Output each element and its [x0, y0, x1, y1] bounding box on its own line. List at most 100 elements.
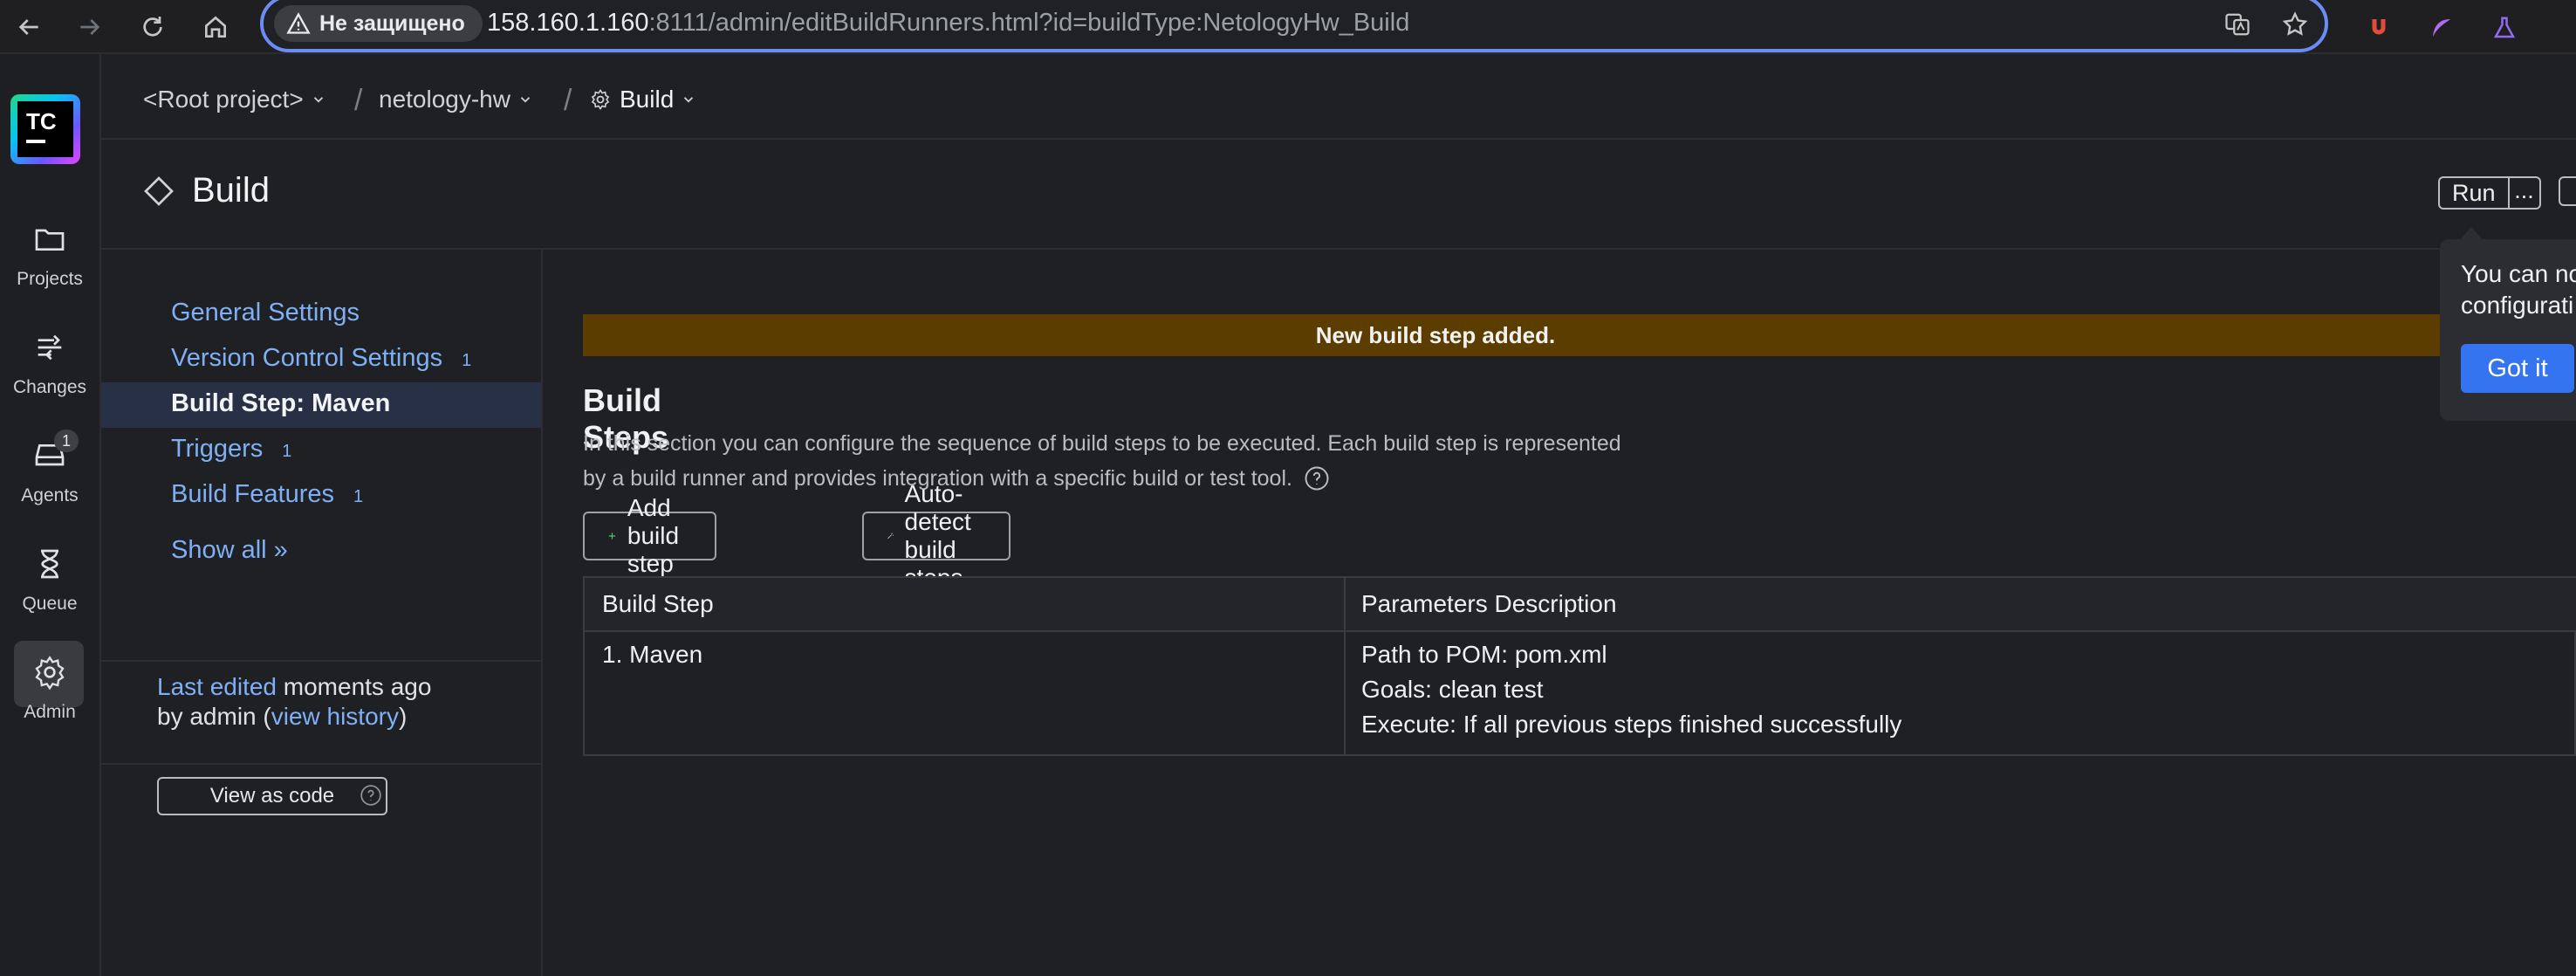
- flask-icon: [2493, 17, 2516, 38]
- divider: [101, 138, 2576, 140]
- sidebar-item-label: Triggers: [171, 435, 264, 463]
- sidebar-item-triggers[interactable]: Triggers 1: [171, 435, 291, 464]
- column-header-parameters: Parameters Description: [1361, 590, 1617, 617]
- popup-text: You can no configurati: [2461, 258, 2576, 321]
- extension-magnet[interactable]: [2361, 10, 2396, 45]
- breadcrumb-separator: /: [564, 84, 572, 117]
- star-icon: [2282, 11, 2308, 36]
- chevron-down-icon: [684, 97, 694, 103]
- translate-icon: [2225, 13, 2250, 36]
- rail-label: Projects: [17, 269, 83, 289]
- back-button[interactable]: [7, 5, 51, 49]
- sidebar-item-count: 1: [353, 487, 364, 506]
- extension-feather[interactable]: [2424, 10, 2459, 45]
- breadcrumb-project-label: netology-hw: [379, 86, 510, 113]
- add-build-step-button[interactable]: Add build step: [583, 494, 717, 577]
- show-all-link[interactable]: Show all »: [171, 536, 288, 565]
- breadcrumb-separator: /: [354, 84, 363, 117]
- sidebar-item-label: Build Step: Maven: [171, 389, 391, 417]
- hourglass-icon: [29, 543, 71, 585]
- bookmark-button[interactable]: [2278, 7, 2312, 42]
- browser-toolbar: Не защищено 158.160.1.160:8111/admin/edi…: [0, 0, 2576, 54]
- breadcrumb-build-label: Build: [620, 86, 675, 113]
- sidebar-item-label: General Settings: [171, 299, 360, 326]
- home-icon: [205, 16, 226, 38]
- last-edited-link[interactable]: Last edited: [157, 673, 277, 700]
- auto-detect-build-steps-button[interactable]: Auto-detect build steps: [862, 480, 1011, 591]
- chevron-down-icon: [520, 97, 531, 103]
- translate-button[interactable]: [2220, 7, 2255, 42]
- run-button-group: Run ...: [2438, 176, 2541, 210]
- rail-label: Changes: [12, 377, 87, 397]
- warning-icon: [286, 12, 311, 34]
- url-host: 158.160.1.160: [487, 9, 649, 37]
- sidebar-item-general-settings[interactable]: General Settings: [171, 299, 360, 327]
- sidebar-item-count: 1: [462, 351, 472, 370]
- url-text: 158.160.1.160:8111/admin/editBuildRunner…: [487, 9, 1409, 38]
- plus-icon: [608, 533, 616, 540]
- button-label: Add build step: [627, 494, 680, 577]
- sidebar-item-count: 1: [282, 442, 292, 461]
- nav-rail: TC Projects Changes 1 Agents Queue Admin: [0, 54, 101, 976]
- actions-button[interactable]: [2559, 176, 2576, 206]
- url-path: :8111/admin/editBuildRunners.html?id=bui…: [648, 9, 1410, 37]
- security-chip[interactable]: Не защищено: [274, 5, 483, 42]
- logo-underline: [26, 140, 45, 143]
- teamcity-logo[interactable]: TC: [10, 94, 80, 164]
- magnet-icon: [2372, 19, 2386, 35]
- rail-item-agents[interactable]: 1 Agents: [0, 430, 99, 522]
- last-edited-when: moments ago: [277, 673, 432, 700]
- param-line: Execute: If all previous steps finished …: [1361, 711, 1902, 738]
- build-step-name[interactable]: 1. Maven: [602, 637, 702, 672]
- breadcrumb-project[interactable]: netology-hw: [379, 86, 533, 113]
- reload-icon: [143, 17, 162, 37]
- home-button[interactable]: [194, 5, 237, 49]
- got-it-button[interactable]: Got it: [2461, 344, 2574, 393]
- breadcrumb-build[interactable]: Build: [588, 86, 696, 113]
- sidebar-item-label: Version Control Settings: [171, 344, 443, 372]
- changes-icon: [29, 326, 71, 368]
- rail-item-projects[interactable]: Projects: [0, 218, 99, 306]
- gear-icon: [591, 89, 610, 110]
- rail-item-queue[interactable]: Queue: [0, 543, 99, 630]
- help-icon[interactable]: [1304, 465, 1330, 491]
- rail-item-admin[interactable]: Admin: [0, 641, 99, 739]
- divider: [101, 763, 541, 765]
- diamond-icon: [144, 175, 174, 206]
- flash-message: New build step added.: [583, 314, 2576, 356]
- security-label: Не защищено: [319, 10, 465, 36]
- settings-sidebar: General Settings Version Control Setting…: [101, 250, 543, 976]
- popup-line: You can no: [2461, 260, 2576, 287]
- agents-count-badge: 1: [54, 430, 79, 452]
- run-options-button[interactable]: ...: [2509, 176, 2541, 210]
- sidebar-item-build-features[interactable]: Build Features 1: [171, 480, 363, 509]
- rail-label: Queue: [22, 594, 78, 614]
- address-bar[interactable]: Не защищено 158.160.1.160:8111/admin/edi…: [260, 0, 2328, 52]
- logo-text: TC: [26, 108, 57, 134]
- forward-button[interactable]: [68, 5, 112, 49]
- description-line: In this section you can configure the se…: [583, 431, 1621, 456]
- column-divider: [1344, 578, 1346, 756]
- breadcrumb-root-label: <Root project>: [143, 86, 304, 113]
- run-button[interactable]: Run: [2438, 176, 2510, 210]
- extension-flask[interactable]: [2487, 10, 2522, 45]
- sidebar-item-label: Build Features: [171, 480, 334, 508]
- edited-by: by admin (: [157, 703, 271, 730]
- rail-item-changes[interactable]: Changes: [0, 326, 99, 414]
- page-title-text: Build: [192, 171, 270, 210]
- sidebar-item-vcs-settings[interactable]: Version Control Settings 1: [171, 344, 471, 373]
- popup-line: configurati: [2461, 292, 2574, 319]
- help-icon[interactable]: [360, 784, 382, 807]
- view-as-code-button[interactable]: View as code: [157, 777, 387, 815]
- build-step-params[interactable]: Path to POM: pom.xml Goals: clean test E…: [1361, 637, 1901, 742]
- page-title: Build: [143, 171, 270, 210]
- rail-label: Agents: [21, 485, 79, 505]
- logo-inner: TC: [17, 101, 73, 157]
- divider: [101, 660, 541, 662]
- table-header: Build Step Parameters Description: [585, 578, 2576, 632]
- magic-wand-icon: [887, 533, 894, 540]
- reload-button[interactable]: [131, 5, 175, 49]
- view-history-link[interactable]: view history: [271, 703, 399, 730]
- last-edited-info: Last edited moments ago by admin (view h…: [157, 672, 431, 732]
- breadcrumb-root[interactable]: <Root project>: [143, 86, 326, 113]
